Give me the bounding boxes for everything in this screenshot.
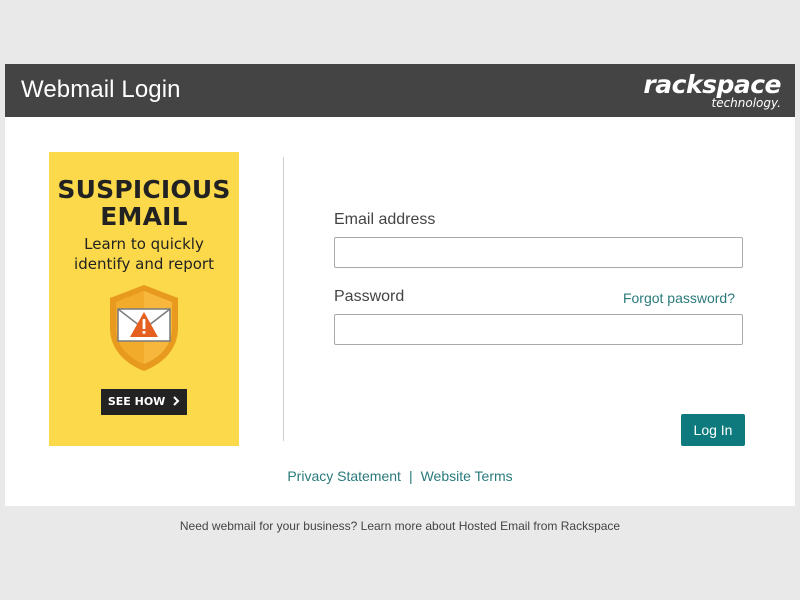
promo-title-line1: SUSPICIOUS (57, 175, 231, 204)
website-terms-link[interactable]: Website Terms (421, 468, 513, 484)
promo-title-line2: EMAIL (100, 202, 188, 231)
chevron-right-icon (173, 396, 180, 406)
forgot-password-link[interactable]: Forgot password? (623, 290, 735, 306)
privacy-statement-link[interactable]: Privacy Statement (287, 468, 401, 484)
promo-subtitle-line2: identify and report (74, 255, 214, 273)
suspicious-email-promo[interactable]: SUSPICIOUS EMAIL Learn to quickly identi… (49, 152, 239, 446)
link-separator: | (408, 468, 413, 484)
see-how-button[interactable]: SEE HOW (101, 389, 187, 415)
legal-links: Privacy Statement | Website Terms (5, 468, 795, 484)
page-title: Webmail Login (21, 76, 181, 103)
header-bar: Webmail Login rackspace technology. (5, 64, 795, 117)
password-label: Password (334, 288, 405, 305)
promo-title: SUSPICIOUS EMAIL (49, 176, 239, 230)
login-button[interactable]: Log In (681, 414, 745, 446)
see-how-label: SEE HOW (107, 395, 166, 408)
email-label: Email address (334, 211, 436, 228)
login-card: Webmail Login rackspace technology. SUSP… (5, 64, 795, 506)
promo-subtitle: Learn to quickly identify and report (49, 234, 239, 274)
rackspace-logo: rackspace technology. (641, 70, 781, 112)
shield-warning-envelope-icon (110, 285, 178, 371)
logo-main-text: rackspace (643, 70, 781, 99)
logo-sub-text: technology. (711, 96, 781, 110)
promo-subtitle-line1: Learn to quickly (84, 235, 204, 253)
password-field[interactable] (334, 314, 743, 345)
email-field[interactable] (334, 237, 743, 268)
vertical-divider (283, 157, 284, 441)
footer-text[interactable]: Need webmail for your business? Learn mo… (0, 519, 800, 533)
